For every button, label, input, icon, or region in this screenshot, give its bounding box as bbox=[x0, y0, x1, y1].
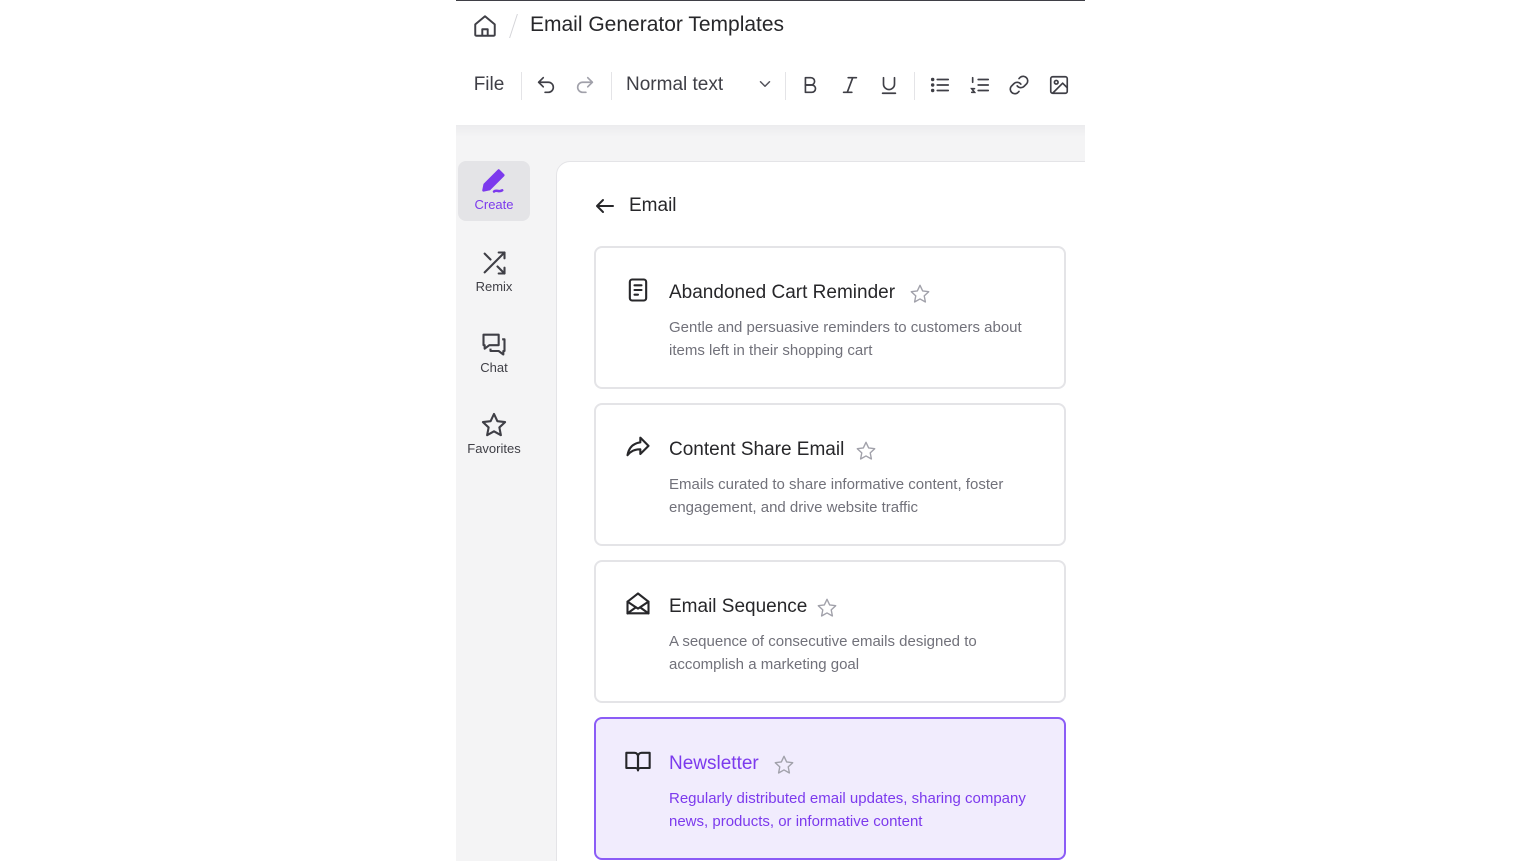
favorite-star-icon[interactable] bbox=[909, 283, 931, 305]
image-button[interactable] bbox=[1047, 62, 1071, 108]
numbered-list-button[interactable] bbox=[968, 62, 992, 108]
bold-icon bbox=[804, 76, 817, 94]
template-title: Newsletter bbox=[669, 753, 759, 774]
top-border bbox=[456, 0, 1085, 1]
link-icon bbox=[1009, 75, 1029, 95]
sidebar-item-label: Create bbox=[474, 197, 514, 212]
text-style-select[interactable]: Normal text bbox=[620, 62, 776, 108]
favorite-star-icon[interactable] bbox=[773, 754, 795, 776]
toolbar-divider bbox=[785, 72, 786, 100]
sidebar-item-label: Favorites bbox=[467, 441, 521, 456]
bold-button[interactable] bbox=[798, 62, 822, 108]
chevron-down-icon bbox=[759, 81, 771, 87]
template-card-newsletter[interactable]: Newsletter Regularly distributed email u… bbox=[594, 717, 1066, 860]
toolbar-divider bbox=[521, 72, 522, 100]
numbered-list-icon bbox=[970, 76, 990, 94]
star-icon bbox=[481, 412, 507, 437]
panel-title: Email bbox=[629, 195, 677, 216]
back-arrow-icon[interactable] bbox=[593, 194, 617, 218]
template-card-content-share[interactable]: Content Share Email Emails curated to sh… bbox=[594, 403, 1066, 546]
template-title: Content Share Email bbox=[669, 439, 845, 460]
template-description: Regularly distributed email updates, sha… bbox=[669, 790, 1026, 830]
template-title: Email Sequence bbox=[669, 596, 808, 617]
template-card-email-sequence[interactable]: Email Sequence A sequence of consecutive… bbox=[594, 560, 1066, 703]
title-bar: Email Generator Templates bbox=[456, 4, 1085, 46]
sidebar-item-favorites[interactable]: Favorites bbox=[458, 405, 530, 465]
template-title: Abandoned Cart Reminder bbox=[669, 282, 896, 303]
chat-icon bbox=[482, 333, 506, 356]
image-icon bbox=[1049, 75, 1069, 95]
text-style-value: Normal text bbox=[626, 74, 724, 95]
template-card-abandoned-cart[interactable]: Abandoned Cart Reminder Gentle and persu… bbox=[594, 246, 1066, 389]
file-menu-button[interactable]: File bbox=[466, 62, 512, 108]
shuffle-icon bbox=[483, 251, 506, 275]
share-arrow-icon bbox=[626, 436, 650, 457]
undo-button[interactable] bbox=[534, 62, 558, 108]
sidebar-item-chat[interactable]: Chat bbox=[458, 324, 530, 384]
template-description: A sequence of consecutive emails designe… bbox=[669, 633, 977, 673]
template-panel: Email Abandoned Cart Reminder Gentle and… bbox=[556, 161, 1085, 861]
template-description: Gentle and persuasive reminders to custo… bbox=[669, 319, 1022, 359]
template-description: Emails curated to share informative cont… bbox=[669, 476, 1004, 516]
page-title[interactable]: Email Generator Templates bbox=[530, 13, 784, 37]
toolbar-divider bbox=[611, 72, 612, 100]
bullet-list-icon bbox=[930, 77, 950, 93]
link-button[interactable] bbox=[1007, 62, 1031, 108]
formatting-toolbar: File Normal text bbox=[456, 62, 1085, 108]
sidebar-item-label: Remix bbox=[475, 279, 513, 294]
sidebar-item-remix[interactable]: Remix bbox=[458, 243, 530, 303]
underline-button[interactable] bbox=[877, 62, 901, 108]
redo-icon bbox=[576, 76, 594, 94]
italic-button[interactable] bbox=[838, 62, 862, 108]
editor-window: Email Generator Templates File Normal te… bbox=[456, 0, 1085, 861]
pen-icon bbox=[482, 169, 505, 193]
panel-header: Email bbox=[593, 194, 677, 218]
breadcrumb-separator bbox=[509, 14, 518, 38]
bullet-list-button[interactable] bbox=[928, 62, 952, 108]
toolbar-divider bbox=[914, 72, 915, 100]
favorite-star-icon[interactable] bbox=[816, 597, 838, 619]
undo-icon bbox=[537, 76, 555, 94]
favorite-star-icon[interactable] bbox=[855, 440, 877, 462]
underline-icon bbox=[881, 76, 897, 95]
envelope-icon bbox=[626, 592, 650, 615]
sidebar-item-create[interactable]: Create bbox=[458, 161, 530, 221]
italic-icon bbox=[842, 76, 858, 94]
book-icon bbox=[625, 751, 651, 772]
toolbar-shadow bbox=[456, 125, 1085, 137]
sidebar-item-label: Chat bbox=[480, 360, 508, 375]
document-icon bbox=[628, 278, 648, 302]
home-icon[interactable] bbox=[472, 13, 498, 39]
redo-button[interactable] bbox=[573, 62, 597, 108]
